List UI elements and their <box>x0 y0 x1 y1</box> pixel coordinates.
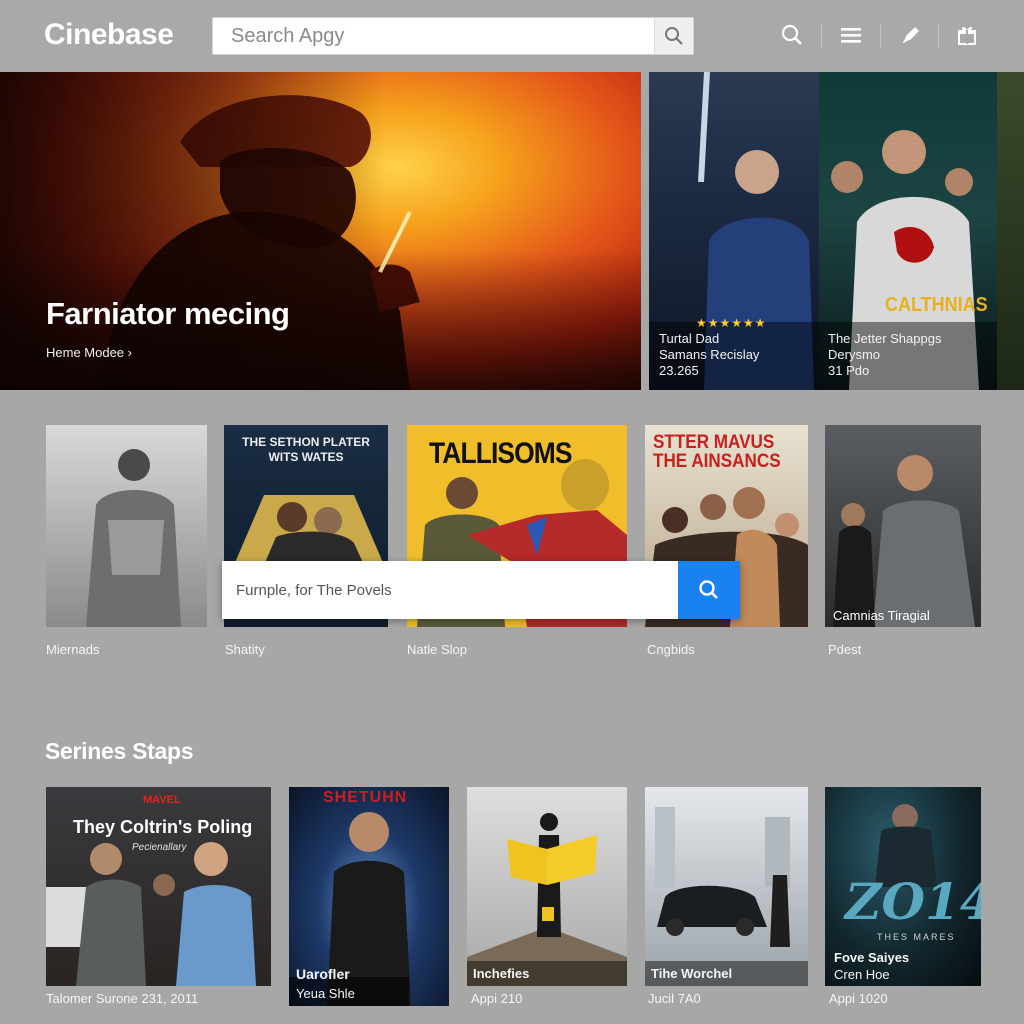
gift-icon <box>958 26 976 45</box>
poster-overlay-title: Uarofler <box>296 966 350 982</box>
poster-title: THE SETHON PLATER WITS WATES <box>242 435 370 464</box>
hero-side-card[interactable]: ★★★★★★ Turtal Dad Samans Recislay 23.265 <box>649 72 819 390</box>
search-bar <box>212 17 694 55</box>
poster-title: TALLISOMS <box>429 437 573 470</box>
poster-overlay-subtitle: Yeua Shle <box>296 986 355 1001</box>
poster-art <box>645 807 808 986</box>
side-card-subtitle: Samans Recislay <box>659 347 760 362</box>
movie-poster[interactable]: Camnias Tiragial <box>825 425 981 627</box>
edit-icon <box>903 27 919 43</box>
nav-divider <box>938 24 939 48</box>
poster-art <box>467 813 627 986</box>
side-card-title: Turtal Dad <box>659 331 720 346</box>
poster-title: They Coltrin's Poling <box>73 817 253 837</box>
poster-title: SHETUHN <box>323 789 408 806</box>
search-icon <box>665 27 683 45</box>
poster-title: ZO14 <box>845 872 981 931</box>
hero-link[interactable]: Heme Modee › <box>46 345 132 360</box>
overlay-search-input[interactable] <box>222 561 677 619</box>
search-icon <box>699 580 718 599</box>
rating-stars: ★★★★★★ <box>696 316 767 330</box>
poster-overlay-title: Fove Saiyes <box>834 950 910 965</box>
poster-caption[interactable]: Shatity <box>225 642 265 657</box>
poster-caption[interactable]: Appi 210 <box>471 991 522 1006</box>
nav-search-button[interactable] <box>779 22 805 48</box>
hero-side-card[interactable]: CALTHNIAS The Jetter Shappgs Derysmo 31 … <box>819 72 997 390</box>
search-input[interactable] <box>213 18 653 54</box>
menu-icon <box>841 28 861 43</box>
poster-art <box>833 455 975 627</box>
movie-poster[interactable]: Tihe Worchel <box>645 787 808 986</box>
hero-side-card-partial[interactable] <box>997 72 1024 390</box>
poster-overlay-title: Camnias Tiragial <box>833 608 930 623</box>
overlay-search-button[interactable] <box>678 561 740 619</box>
poster-subtitle: THES MARES <box>877 932 956 942</box>
poster-caption[interactable]: Cngbids <box>647 642 695 657</box>
nav-divider <box>880 24 881 48</box>
poster-caption[interactable]: Natle Slop <box>407 642 467 657</box>
hero-banner[interactable]: Farniator mecing Heme Modee › <box>0 72 641 390</box>
side-card-meta: 31 Pdo <box>828 363 870 378</box>
nav-divider <box>821 24 822 48</box>
poster-brand: MAVEL <box>143 794 181 806</box>
movie-poster[interactable]: Inchefies <box>467 787 627 986</box>
poster-overlay-title: Inchefies <box>473 966 530 981</box>
movie-poster[interactable]: SHETUHN Uarofler Yeua Shle <box>289 787 449 1006</box>
poster-overlay-subtitle: Cren Hoe <box>834 967 890 982</box>
poster-subtitle: Pecienallary <box>132 842 187 853</box>
top-bar: Cinebase <box>0 0 1024 72</box>
movie-poster[interactable]: MAVEL They Coltrin's Poling Pecienallary <box>46 787 271 986</box>
side-card-poster-text: CALTHNIAS <box>885 294 988 316</box>
side-card-subtitle: Derysmo <box>828 347 881 362</box>
poster-caption[interactable]: Appi 1020 <box>829 991 888 1006</box>
poster-caption[interactable]: Pdest <box>828 642 861 657</box>
nav-edit-button[interactable] <box>898 22 924 48</box>
side-card-title: The Jetter Shappgs <box>828 331 942 346</box>
section-title: Serines Staps <box>45 738 194 764</box>
poster-overlay-title: Tihe Worchel <box>651 966 733 981</box>
nav-menu-button[interactable] <box>838 22 864 48</box>
search-icon <box>781 24 802 45</box>
app-logo[interactable]: Cinebase <box>44 18 174 52</box>
poster-caption[interactable]: Jucil 7A0 <box>648 991 701 1006</box>
hero-title: Farniator mecing <box>46 296 290 331</box>
side-card-meta: 23.265 <box>659 363 699 378</box>
poster-title: STTER MAVUS THE AINSANCS <box>653 432 781 472</box>
movie-poster[interactable]: ZO14 THES MARES Fove Saiyes Cren Hoe <box>825 787 981 986</box>
poster-caption[interactable]: Talomer Surone 231, 2011 <box>46 991 198 1006</box>
overlay-search-bar <box>222 561 740 619</box>
poster-caption[interactable]: Miernads <box>46 642 99 657</box>
nav-gift-button[interactable] <box>954 22 980 48</box>
search-button[interactable] <box>654 18 693 54</box>
movie-poster[interactable] <box>46 425 207 627</box>
poster-art <box>86 449 181 627</box>
